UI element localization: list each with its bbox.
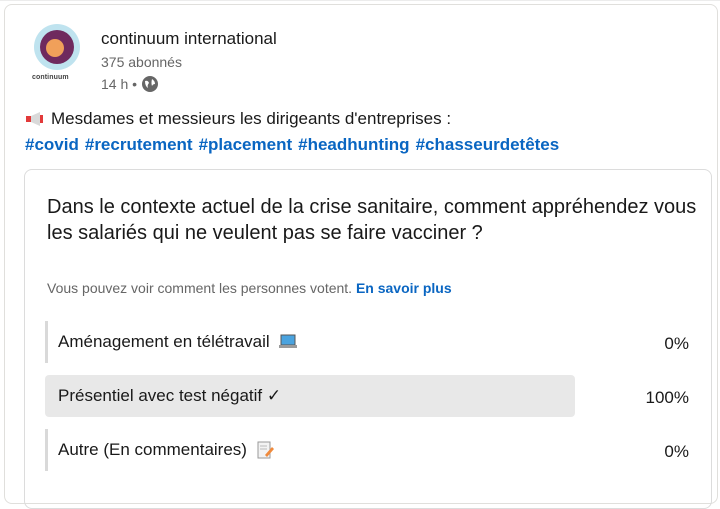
poll-option-selected[interactable]: Présentiel avec test négatif ✓ (45, 375, 575, 417)
hashtag-covid[interactable]: #covid (25, 135, 79, 154)
hashtag-list: #covid #recrutement #placement #headhunting… (25, 135, 565, 155)
post-meta: 14 h • (101, 75, 159, 93)
post-text-content: Mesdames et messieurs les dirigeants d'e… (51, 109, 452, 128)
post-text: Mesdames et messieurs les dirigeants d'e… (25, 109, 451, 129)
hashtag-recrutement[interactable]: #recrutement (85, 135, 193, 154)
top-divider (0, 0, 720, 1)
poll-option[interactable]: Aménagement en télétravail (45, 321, 575, 363)
hashtag-headhunting[interactable]: #headhunting (298, 135, 409, 154)
poll-option[interactable]: Autre (En commentaires) (45, 429, 575, 471)
memo-icon (257, 441, 274, 459)
follower-count: 375 abonnés (101, 54, 182, 70)
poll-vote-info: Vous pouvez voir comment les personnes v… (47, 280, 452, 296)
globe-icon (142, 76, 159, 92)
hashtag-chasseurdetetes[interactable]: #chasseurdetêtes (416, 135, 560, 154)
megaphone-icon (26, 112, 43, 126)
poll-option-percent: 0% (664, 442, 689, 461)
hashtag-placement[interactable]: #placement (199, 135, 293, 154)
laptop-icon (278, 334, 297, 348)
poll-option-percent: 0% (664, 334, 689, 353)
logo-mark-icon (34, 24, 80, 70)
author-name[interactable]: continuum international (101, 29, 277, 49)
poll-option-label: Aménagement en télétravail (58, 332, 270, 351)
poll-card: Dans le contexte actuel de la crise sani… (24, 169, 712, 509)
post-time: 14 h • (101, 76, 138, 92)
company-logo[interactable]: continuum (26, 22, 88, 88)
poll-info-text: Vous pouvez voir comment les personnes v… (47, 280, 353, 296)
poll-option-percent: 100% (645, 388, 689, 407)
poll-option-label: Présentiel avec test négatif ✓ (58, 386, 282, 405)
logo-text: continuum (32, 74, 69, 81)
learn-more-link[interactable]: En savoir plus (356, 280, 452, 296)
poll-question: Dans le contexte actuel de la crise sani… (47, 196, 697, 244)
poll-option-label: Autre (En commentaires) (58, 440, 247, 459)
